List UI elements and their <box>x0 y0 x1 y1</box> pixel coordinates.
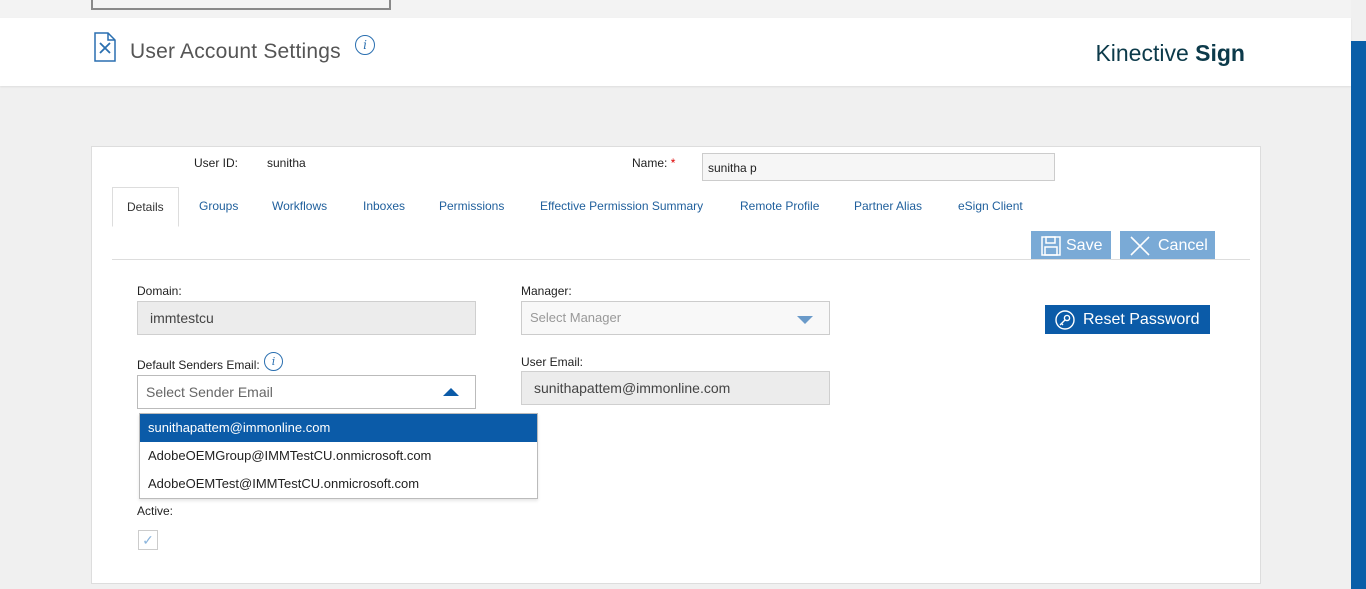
page-title: User Account Settings <box>130 40 341 63</box>
cancel-button-label: Cancel <box>1158 236 1208 254</box>
tab-details[interactable]: Details <box>112 187 179 227</box>
domain-label: Domain: <box>137 284 182 298</box>
brand-name-bold: Sign <box>1195 40 1245 66</box>
save-button-label: Save <box>1066 236 1103 254</box>
tab-groups[interactable]: Groups <box>199 187 238 225</box>
top-strip <box>0 0 1351 18</box>
user-email-label: User Email: <box>521 355 584 369</box>
chevron-up-icon <box>443 388 459 396</box>
user-email-field[interactable]: sunithapattem@immonline.com <box>521 371 830 405</box>
sender-email-select[interactable]: Select Sender Email <box>137 375 476 409</box>
checkmark-icon: ✓ <box>142 532 154 548</box>
page-header: User Account Settings i Kinective Sign <box>0 18 1351 86</box>
user-id-value: sunitha <box>267 156 306 170</box>
tab-remote-profile[interactable]: Remote Profile <box>740 187 819 225</box>
tab-esign-client[interactable]: eSign Client <box>958 187 1023 225</box>
manager-select[interactable]: Select Manager <box>521 301 830 335</box>
tab-inboxes[interactable]: Inboxes <box>363 187 405 225</box>
save-icon <box>1041 235 1061 256</box>
name-label-text: Name: <box>632 156 668 170</box>
default-senders-email-label: Default Senders Email: <box>137 358 260 372</box>
sender-email-placeholder: Select Sender Email <box>146 384 273 400</box>
key-icon <box>1055 309 1075 330</box>
brand-logo: Kinective Sign <box>1095 40 1245 67</box>
sender-email-dropdown: sunithapattem@immonline.com AdobeOEMGrou… <box>139 413 538 499</box>
tab-permissions[interactable]: Permissions <box>439 187 504 225</box>
dropdown-option[interactable]: sunithapattem@immonline.com <box>140 414 537 442</box>
required-marker: * <box>670 156 676 170</box>
dropdown-option[interactable]: AdobeOEMGroup@IMMTestCU.onmicrosoft.com <box>140 442 537 470</box>
cancel-button[interactable]: Cancel <box>1120 231 1215 260</box>
info-icon[interactable]: i <box>264 352 283 371</box>
active-checkbox[interactable]: ✓ <box>138 530 158 550</box>
document-settings-icon <box>93 32 117 62</box>
manager-label: Manager: <box>521 284 572 298</box>
name-label: Name: * <box>632 156 675 170</box>
info-icon[interactable]: i <box>355 35 375 55</box>
top-element-stub <box>91 0 391 10</box>
tab-workflows[interactable]: Workflows <box>272 187 327 225</box>
chevron-down-icon <box>797 316 813 324</box>
user-settings-card: User ID: sunitha Name: * sunitha p Detai… <box>91 146 1261 584</box>
reset-password-button[interactable]: Reset Password <box>1045 305 1210 334</box>
tab-partner-alias[interactable]: Partner Alias <box>854 187 922 225</box>
dropdown-option[interactable]: AdobeOEMTest@IMMTestCU.onmicrosoft.com <box>140 470 537 498</box>
tab-effective-permission-summary[interactable]: Effective Permission Summary <box>540 187 703 225</box>
user-id-label: User ID: <box>194 156 239 170</box>
active-label: Active: <box>137 504 174 518</box>
vertical-scrollbar[interactable] <box>1351 41 1366 589</box>
reset-password-label: Reset Password <box>1083 310 1200 328</box>
manager-placeholder: Select Manager <box>530 310 622 325</box>
name-input[interactable]: sunitha p <box>702 153 1055 181</box>
save-button[interactable]: Save <box>1031 231 1111 260</box>
brand-name-light: Kinective <box>1095 40 1189 66</box>
domain-field[interactable]: immtestcu <box>137 301 476 335</box>
close-icon <box>1130 235 1150 256</box>
divider <box>112 259 1250 260</box>
